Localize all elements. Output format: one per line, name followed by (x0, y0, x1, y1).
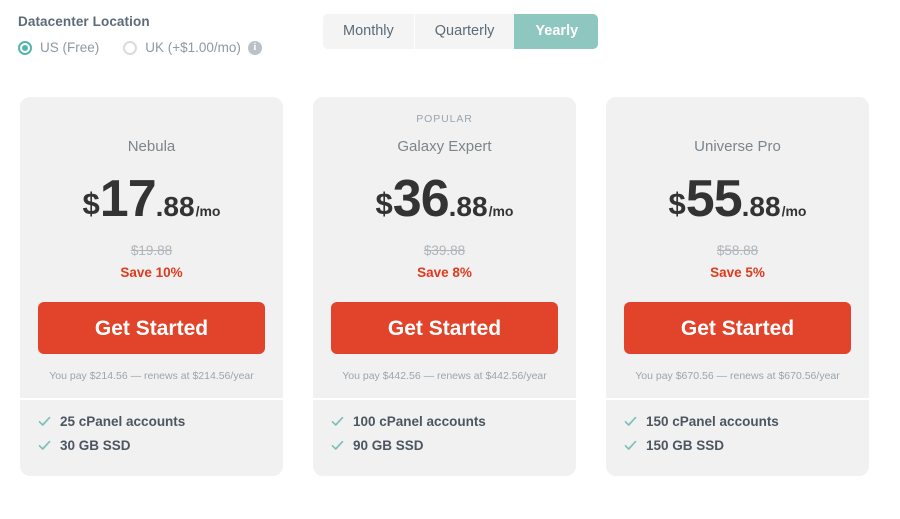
price-decimal: .88 (741, 191, 781, 222)
feature-label: 150 cPanel accounts (646, 414, 779, 429)
price-decimal: .88 (155, 191, 195, 222)
save-badge: Save 8% (417, 265, 472, 280)
tab-monthly[interactable]: Monthly (323, 14, 414, 49)
check-icon (38, 439, 51, 452)
get-started-button[interactable]: Get Started (38, 302, 265, 354)
price-currency: $ (375, 186, 393, 221)
plan-price: $ 17 .88 /mo (20, 173, 283, 225)
datacenter-option-uk[interactable]: UK (+$1.00/mo) i (123, 40, 262, 55)
check-icon (624, 415, 637, 428)
save-badge: Save 10% (120, 265, 183, 280)
list-item: 150 cPanel accounts (624, 414, 851, 429)
plan-name: Nebula (127, 138, 176, 155)
badge-placeholder (606, 113, 869, 126)
card-divider (606, 398, 869, 400)
plan-price: $ 36 .88 /mo (313, 173, 576, 225)
badge-placeholder (20, 113, 283, 126)
popular-badge: POPULAR (416, 113, 473, 125)
tab-quarterly[interactable]: Quarterly (413, 14, 515, 49)
feature-list: 25 cPanel accounts 30 GB SSD (20, 414, 283, 462)
get-started-button[interactable]: Get Started (624, 302, 851, 354)
feature-label: 90 GB SSD (353, 438, 424, 453)
get-started-button[interactable]: Get Started (331, 302, 558, 354)
price-integer: 36 (392, 170, 450, 228)
old-price: $19.88 (130, 243, 173, 258)
datacenter-option-us[interactable]: US (Free) (18, 40, 99, 55)
plan-name: Galaxy Expert (397, 138, 492, 155)
check-icon (331, 415, 344, 428)
datacenter-radio-group: US (Free) UK (+$1.00/mo) i (18, 40, 262, 55)
price-currency: $ (668, 186, 686, 221)
list-item: 90 GB SSD (331, 438, 558, 453)
list-item: 30 GB SSD (38, 438, 265, 453)
tab-yearly[interactable]: Yearly (514, 14, 599, 49)
list-item: 100 cPanel accounts (331, 414, 558, 429)
card-divider (313, 398, 576, 400)
datacenter-location-title: Datacenter Location (18, 14, 150, 29)
renewal-note: You pay $214.56 — renews at $214.56/year (49, 370, 254, 382)
price-decimal: .88 (448, 191, 488, 222)
list-item: 25 cPanel accounts (38, 414, 265, 429)
price-period: /mo (488, 203, 514, 219)
renewal-note: You pay $670.56 — renews at $670.56/year (635, 370, 840, 382)
old-price: $39.88 (423, 243, 466, 258)
feature-label: 25 cPanel accounts (60, 414, 186, 429)
price-period: /mo (781, 203, 807, 219)
card-divider (20, 398, 283, 400)
feature-list: 150 cPanel accounts 150 GB SSD (606, 414, 869, 462)
list-item: 150 GB SSD (624, 438, 851, 453)
feature-label: 30 GB SSD (60, 438, 131, 453)
top-controls-bar: Datacenter Location US (Free) UK (+$1.00… (0, 0, 900, 90)
billing-cycle-tabs: Monthly Quarterly Yearly (323, 14, 599, 49)
feature-list: 100 cPanel accounts 90 GB SSD (313, 414, 576, 462)
plan-name: Universe Pro (694, 138, 781, 155)
price-period: /mo (195, 203, 221, 219)
pricing-card-universe-pro: Universe Pro $ 55 .88 /mo $58.88 Save 5%… (606, 97, 869, 476)
pricing-card-galaxy-expert: POPULAR Galaxy Expert $ 36 .88 /mo $39.8… (313, 97, 576, 476)
radio-icon-uk[interactable] (123, 40, 138, 55)
datacenter-location-group: Datacenter Location US (Free) UK (+$1.00… (18, 14, 262, 55)
check-icon (331, 439, 344, 452)
pricing-card-nebula: Nebula $ 17 .88 /mo $19.88 Save 10% Get … (20, 97, 283, 476)
old-price: $58.88 (716, 243, 759, 258)
datacenter-option-uk-label: UK (+$1.00/mo) (145, 40, 241, 55)
datacenter-option-us-label: US (Free) (40, 40, 100, 55)
price-currency: $ (82, 186, 100, 221)
save-badge: Save 5% (710, 265, 765, 280)
check-icon (624, 439, 637, 452)
radio-icon-us[interactable] (18, 40, 32, 55)
plan-price: $ 55 .88 /mo (606, 173, 869, 225)
info-icon[interactable]: i (247, 40, 262, 55)
pricing-cards: Nebula $ 17 .88 /mo $19.88 Save 10% Get … (20, 97, 881, 476)
price-integer: 55 (685, 170, 743, 228)
feature-label: 100 cPanel accounts (353, 414, 486, 429)
check-icon (38, 415, 51, 428)
feature-label: 150 GB SSD (646, 438, 725, 453)
renewal-note: You pay $442.56 — renews at $442.56/year (342, 370, 547, 382)
price-integer: 17 (99, 170, 157, 228)
